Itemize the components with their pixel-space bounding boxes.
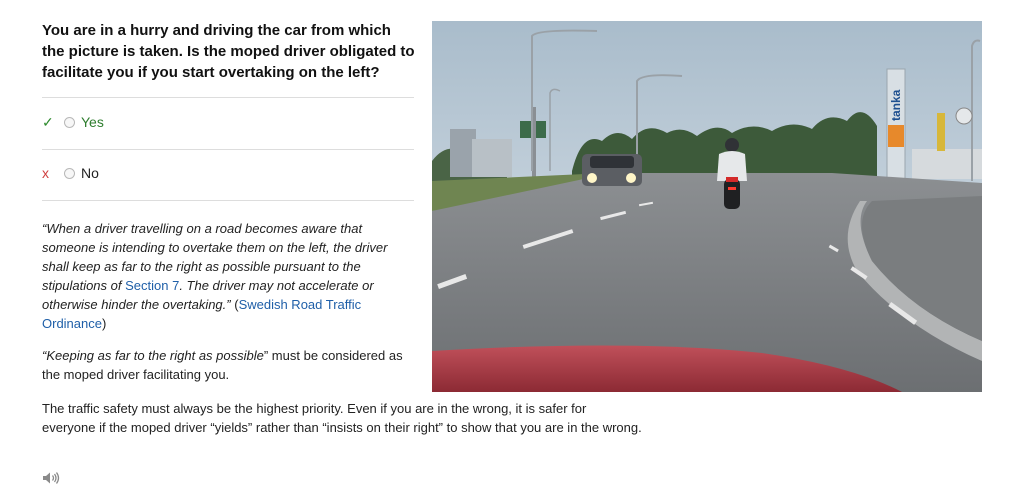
divider: [42, 97, 414, 98]
para2-quote: “Keeping as far to the right as possible: [42, 348, 264, 363]
road-photo: tanka: [432, 21, 982, 392]
explanation-paragraph-2: “Keeping as far to the right as possible…: [42, 346, 414, 384]
answer-yes-label: Yes: [81, 114, 104, 130]
radio-yes[interactable]: [64, 116, 75, 128]
explanation-quote: “When a driver travelling on a road beco…: [42, 219, 414, 333]
radio-no[interactable]: [64, 167, 75, 179]
answer-no-label: No: [81, 165, 99, 181]
source-close: ): [101, 316, 107, 331]
section-7-link[interactable]: Section 7: [125, 278, 179, 293]
divider: [42, 200, 414, 201]
answer-yes[interactable]: ✓ Yes: [42, 111, 414, 133]
divider: [42, 149, 414, 150]
wrong-mark-icon: x: [42, 165, 49, 181]
explanation-paragraph-3: The traffic safety must always be the hi…: [42, 401, 642, 435]
tanka-sign-text: tanka: [889, 89, 903, 121]
speaker-icon[interactable]: [42, 471, 60, 490]
answer-no[interactable]: x No: [42, 162, 414, 184]
correct-mark-icon: ✓: [42, 113, 54, 130]
source-open: (: [230, 297, 239, 312]
question-text: You are in a hurry and driving the car f…: [42, 22, 415, 81]
